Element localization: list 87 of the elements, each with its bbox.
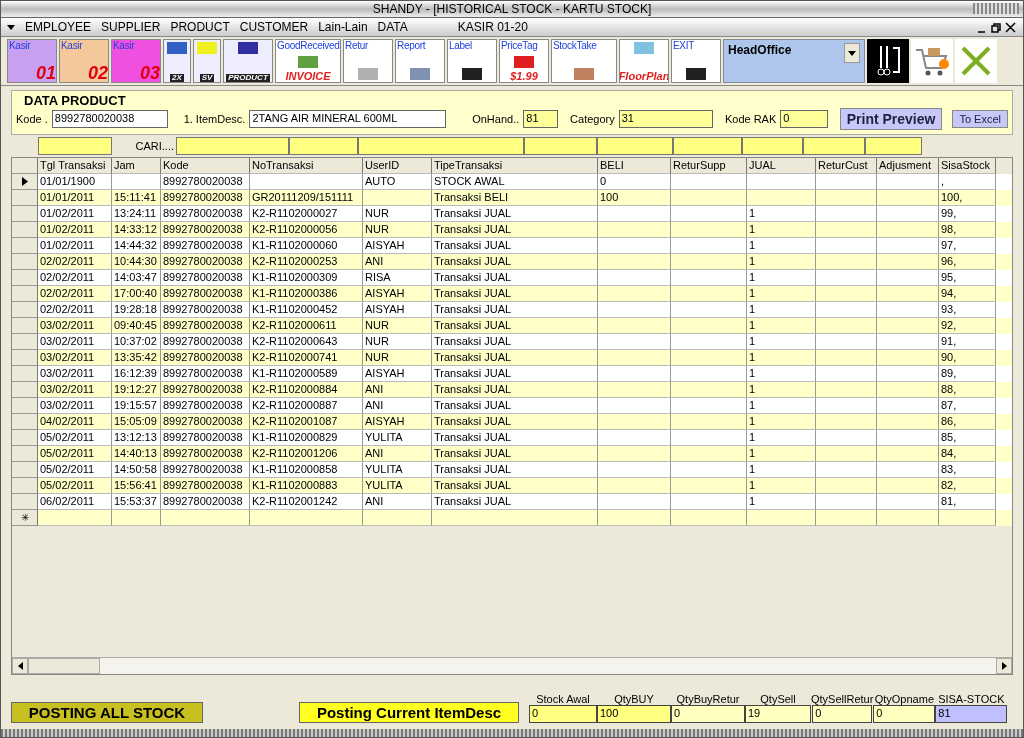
text-field[interactable]: 2TANG AIR MINERAL 600ML — [249, 110, 447, 128]
posting-current-button[interactable]: Posting Current ItemDesc — [299, 702, 519, 723]
menu-item[interactable]: DATA — [377, 20, 408, 34]
search-field[interactable] — [38, 137, 112, 155]
column-header[interactable]: SisaStock — [939, 158, 996, 174]
menu-item[interactable]: KASIR 01-20 — [457, 20, 528, 34]
column-header[interactable]: UserID — [363, 158, 432, 174]
toolbar-button[interactable]: GoodReceived INVOICE — [275, 39, 341, 83]
total-label: QtySellRetur — [811, 693, 874, 705]
field-label: Kode RAK — [724, 113, 777, 125]
total-label: SISA-STOCK — [938, 693, 1005, 705]
toolbar-button[interactable]: StockTake — [551, 39, 617, 83]
search-label: CARI.... — [134, 140, 175, 152]
field-label: Kode . — [16, 113, 48, 125]
total-label: QtyOpname — [874, 693, 934, 705]
column-header[interactable]: Kode — [161, 158, 250, 174]
search-field[interactable] — [176, 137, 289, 155]
total-field: 19 — [745, 705, 811, 723]
search-field[interactable] — [597, 137, 673, 155]
window-controls-icon[interactable] — [973, 3, 1019, 14]
column-header[interactable]: BELI — [598, 158, 671, 174]
current-row-icon — [21, 177, 28, 186]
total-field: 0 — [529, 705, 597, 723]
total-label: QtySell — [760, 693, 796, 705]
search-field[interactable] — [673, 137, 742, 155]
column-header[interactable]: ReturSupp — [671, 158, 747, 174]
menu-caret-icon[interactable] — [7, 24, 15, 30]
column-header[interactable]: Tgl Transaksi — [38, 158, 112, 174]
posting-all-button[interactable]: POSTING ALL STOCK — [11, 702, 203, 723]
total-field: 0 — [812, 705, 873, 723]
total-label: Stock Awal — [536, 693, 590, 705]
new-row-marker: ✳ — [12, 510, 38, 526]
window-buttons-icon[interactable] — [977, 21, 1017, 33]
cashier-toolbar-button[interactable]: Kasir 02 — [59, 39, 109, 83]
horizontal-scrollbar[interactable] — [12, 657, 1012, 674]
total-label: QtyBUY — [614, 693, 654, 705]
toolbar-button[interactable]: SV — [193, 39, 221, 83]
menu-item[interactable]: EMPLOYEE — [25, 20, 92, 34]
total-label: QtyBuyRetur — [676, 693, 740, 705]
column-header[interactable]: JUAL — [747, 158, 816, 174]
total-field: 81 — [935, 705, 1008, 723]
column-header[interactable]: Jam — [112, 158, 161, 174]
toolbar-button[interactable]: PriceTag $1.99 — [499, 39, 549, 83]
search-field[interactable] — [358, 137, 524, 155]
toolbar-button[interactable]: Label — [447, 39, 497, 83]
scroll-left-button[interactable] — [12, 658, 28, 674]
toolbar-button[interactable]: PRODUCT — [223, 39, 273, 83]
column-header[interactable]: NoTransaksi — [250, 158, 363, 174]
field-label: 1. ItemDesc. — [183, 113, 246, 125]
total-field: 0 — [873, 705, 936, 723]
dropdown-button[interactable] — [844, 43, 860, 63]
section-title: DATA PRODUCT — [23, 92, 127, 108]
text-field[interactable]: 81 — [523, 110, 559, 128]
text-field[interactable]: 31 — [618, 110, 713, 128]
toolbar-button[interactable]: 2X — [163, 39, 191, 83]
window-title: SHANDY - [HISTORICAL STOCK - KARTU STOCK] — [372, 2, 652, 16]
text-field[interactable]: 0 — [780, 110, 828, 128]
column-header[interactable]: TipeTransaksi — [432, 158, 598, 174]
menu-item[interactable]: SUPPLIER — [101, 20, 161, 34]
toolbar-button[interactable]: Retur — [343, 39, 393, 83]
search-field[interactable] — [803, 137, 865, 155]
field-label: Category — [570, 113, 615, 125]
toolbar-button[interactable]: EXIT — [671, 39, 721, 83]
left-arrow-icon — [17, 662, 23, 670]
total-field: 100 — [597, 705, 671, 723]
print-preview-button[interactable]: Print Preview — [839, 108, 943, 130]
menu-item[interactable]: Lain-Lain — [318, 20, 368, 34]
column-header[interactable]: Adjusment — [877, 158, 939, 174]
search-field[interactable] — [742, 137, 803, 155]
caret-icon — [848, 50, 856, 56]
scroll-thumb[interactable] — [28, 658, 100, 674]
toolbar-button[interactable]: Report — [395, 39, 445, 83]
text-field[interactable]: 8992780020038 — [51, 110, 168, 128]
search-field[interactable] — [865, 137, 922, 155]
branch-dropdown[interactable]: HeadOffice — [723, 39, 865, 83]
cashier-toolbar-button[interactable]: Kasir 01 — [7, 39, 57, 83]
column-header[interactable]: ReturCust — [816, 158, 877, 174]
row-indicator[interactable] — [12, 174, 38, 190]
right-arrow-icon — [1001, 662, 1007, 670]
total-field: 0 — [671, 705, 745, 723]
export-excel-button[interactable]: To Excel — [952, 110, 1008, 128]
scroll-right-button[interactable] — [996, 658, 1012, 674]
menu-item[interactable]: PRODUCT — [170, 20, 230, 34]
search-field[interactable] — [524, 137, 597, 155]
search-field[interactable] — [289, 137, 358, 155]
field-label: OnHand.. — [472, 113, 520, 125]
menu-item[interactable]: CUSTOMER — [239, 20, 309, 34]
